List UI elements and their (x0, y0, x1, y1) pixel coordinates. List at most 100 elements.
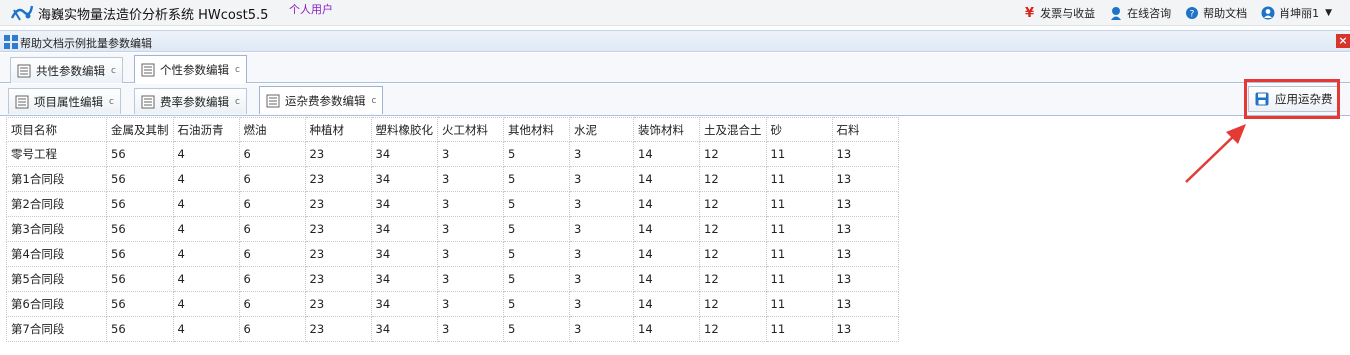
value-cell[interactable]: 6 (238, 266, 306, 292)
value-cell[interactable]: 34 (370, 316, 438, 342)
value-cell[interactable]: 23 (304, 316, 372, 342)
value-cell[interactable]: 13 (831, 141, 899, 167)
value-cell[interactable]: 56 (106, 166, 174, 192)
row-name-cell[interactable]: 第3合同段 (6, 216, 107, 242)
row-name-cell[interactable]: 第5合同段 (6, 266, 107, 292)
tab-rate-params[interactable]: 费率参数编辑 c (134, 88, 247, 114)
column-header[interactable]: 种植材 (304, 117, 372, 142)
value-cell[interactable]: 11 (765, 291, 833, 317)
value-cell[interactable]: 6 (238, 241, 306, 267)
value-cell[interactable]: 6 (238, 141, 306, 167)
value-cell[interactable]: 3 (569, 166, 634, 192)
user-menu[interactable]: 肖坤丽1 ▼ (1261, 5, 1336, 21)
value-cell[interactable]: 12 (699, 316, 767, 342)
value-cell[interactable]: 12 (699, 191, 767, 217)
value-cell[interactable]: 3 (437, 216, 504, 242)
tab-freight-params[interactable]: 运杂费参数编辑 c (259, 86, 384, 114)
row-name-cell[interactable]: 第2合同段 (6, 191, 107, 217)
tab-common-params[interactable]: 共性参数编辑 c (10, 57, 123, 83)
tab-individual-params[interactable]: 个性参数编辑 c (134, 55, 247, 83)
value-cell[interactable]: 34 (370, 191, 438, 217)
value-cell[interactable]: 5 (503, 191, 570, 217)
value-cell[interactable]: 13 (831, 291, 899, 317)
table-row[interactable]: 第6合同段 56 4 6 23 34 3 5 3 14 12 11 13 (6, 291, 899, 317)
value-cell[interactable]: 34 (370, 241, 438, 267)
invoice-link[interactable]: ¥ 发票与收益 (1025, 5, 1095, 21)
value-cell[interactable]: 56 (106, 316, 174, 342)
row-name-cell[interactable]: 第7合同段 (6, 316, 107, 342)
value-cell[interactable]: 4 (172, 291, 240, 317)
value-cell[interactable]: 13 (831, 166, 899, 192)
value-cell[interactable]: 3 (569, 141, 634, 167)
value-cell[interactable]: 12 (699, 216, 767, 242)
close-icon[interactable]: × (1336, 34, 1350, 48)
value-cell[interactable]: 13 (831, 216, 899, 242)
column-header[interactable]: 石油沥青 (172, 117, 240, 142)
value-cell[interactable]: 5 (503, 141, 570, 167)
value-cell[interactable]: 14 (633, 141, 700, 167)
apply-freight-button[interactable]: 应用运杂费 (1248, 86, 1338, 112)
value-cell[interactable]: 56 (106, 216, 174, 242)
value-cell[interactable]: 3 (569, 291, 634, 317)
value-cell[interactable]: 6 (238, 216, 306, 242)
column-header[interactable]: 塑料橡胶化 (370, 117, 438, 142)
value-cell[interactable]: 4 (172, 216, 240, 242)
value-cell[interactable]: 14 (633, 191, 700, 217)
value-cell[interactable]: 56 (106, 141, 174, 167)
column-header[interactable]: 装饰材料 (633, 117, 700, 142)
column-header[interactable]: 火工材料 (437, 117, 504, 142)
value-cell[interactable]: 6 (238, 166, 306, 192)
value-cell[interactable]: 3 (569, 316, 634, 342)
value-cell[interactable]: 34 (370, 166, 438, 192)
value-cell[interactable]: 4 (172, 241, 240, 267)
refresh-icon[interactable]: c (109, 97, 114, 107)
value-cell[interactable]: 12 (699, 266, 767, 292)
value-cell[interactable]: 34 (370, 216, 438, 242)
row-name-cell[interactable]: 第6合同段 (6, 291, 107, 317)
value-cell[interactable]: 3 (569, 191, 634, 217)
value-cell[interactable]: 4 (172, 316, 240, 342)
value-cell[interactable]: 23 (304, 191, 372, 217)
value-cell[interactable]: 5 (503, 316, 570, 342)
value-cell[interactable]: 13 (831, 266, 899, 292)
tab-project-attributes[interactable]: 项目属性编辑 c (8, 88, 121, 114)
column-header[interactable]: 燃油 (238, 117, 306, 142)
value-cell[interactable]: 13 (831, 241, 899, 267)
column-header[interactable]: 水泥 (569, 117, 634, 142)
value-cell[interactable]: 11 (765, 191, 833, 217)
value-cell[interactable]: 5 (503, 291, 570, 317)
column-header[interactable]: 砂 (765, 117, 833, 142)
value-cell[interactable]: 4 (172, 266, 240, 292)
value-cell[interactable]: 12 (699, 241, 767, 267)
value-cell[interactable]: 11 (765, 316, 833, 342)
value-cell[interactable]: 14 (633, 266, 700, 292)
value-cell[interactable]: 3 (437, 291, 504, 317)
value-cell[interactable]: 6 (238, 191, 306, 217)
value-cell[interactable]: 12 (699, 166, 767, 192)
value-cell[interactable]: 56 (106, 241, 174, 267)
value-cell[interactable]: 11 (765, 241, 833, 267)
consult-link[interactable]: 在线咨询 (1109, 5, 1171, 21)
value-cell[interactable]: 3 (569, 241, 634, 267)
row-name-cell[interactable]: 第1合同段 (6, 166, 107, 192)
table-row[interactable]: 第3合同段 56 4 6 23 34 3 5 3 14 12 11 13 (6, 216, 899, 242)
value-cell[interactable]: 23 (304, 291, 372, 317)
value-cell[interactable]: 23 (304, 166, 372, 192)
help-link[interactable]: ? 帮助文档 (1185, 5, 1247, 21)
value-cell[interactable]: 14 (633, 166, 700, 192)
value-cell[interactable]: 14 (633, 241, 700, 267)
column-header[interactable]: 石料 (831, 117, 899, 142)
table-row[interactable]: 第2合同段 56 4 6 23 34 3 5 3 14 12 11 13 (6, 191, 899, 217)
value-cell[interactable]: 56 (106, 191, 174, 217)
value-cell[interactable]: 34 (370, 291, 438, 317)
value-cell[interactable]: 12 (699, 291, 767, 317)
value-cell[interactable]: 3 (437, 141, 504, 167)
refresh-icon[interactable]: c (235, 97, 240, 107)
row-name-cell[interactable]: 零号工程 (6, 141, 107, 167)
table-row[interactable]: 第1合同段 56 4 6 23 34 3 5 3 14 12 11 13 (6, 166, 899, 192)
column-header[interactable]: 金属及其制 (106, 117, 174, 142)
value-cell[interactable]: 23 (304, 241, 372, 267)
value-cell[interactable]: 5 (503, 241, 570, 267)
value-cell[interactable]: 14 (633, 216, 700, 242)
column-header[interactable]: 土及混合土 (699, 117, 767, 142)
